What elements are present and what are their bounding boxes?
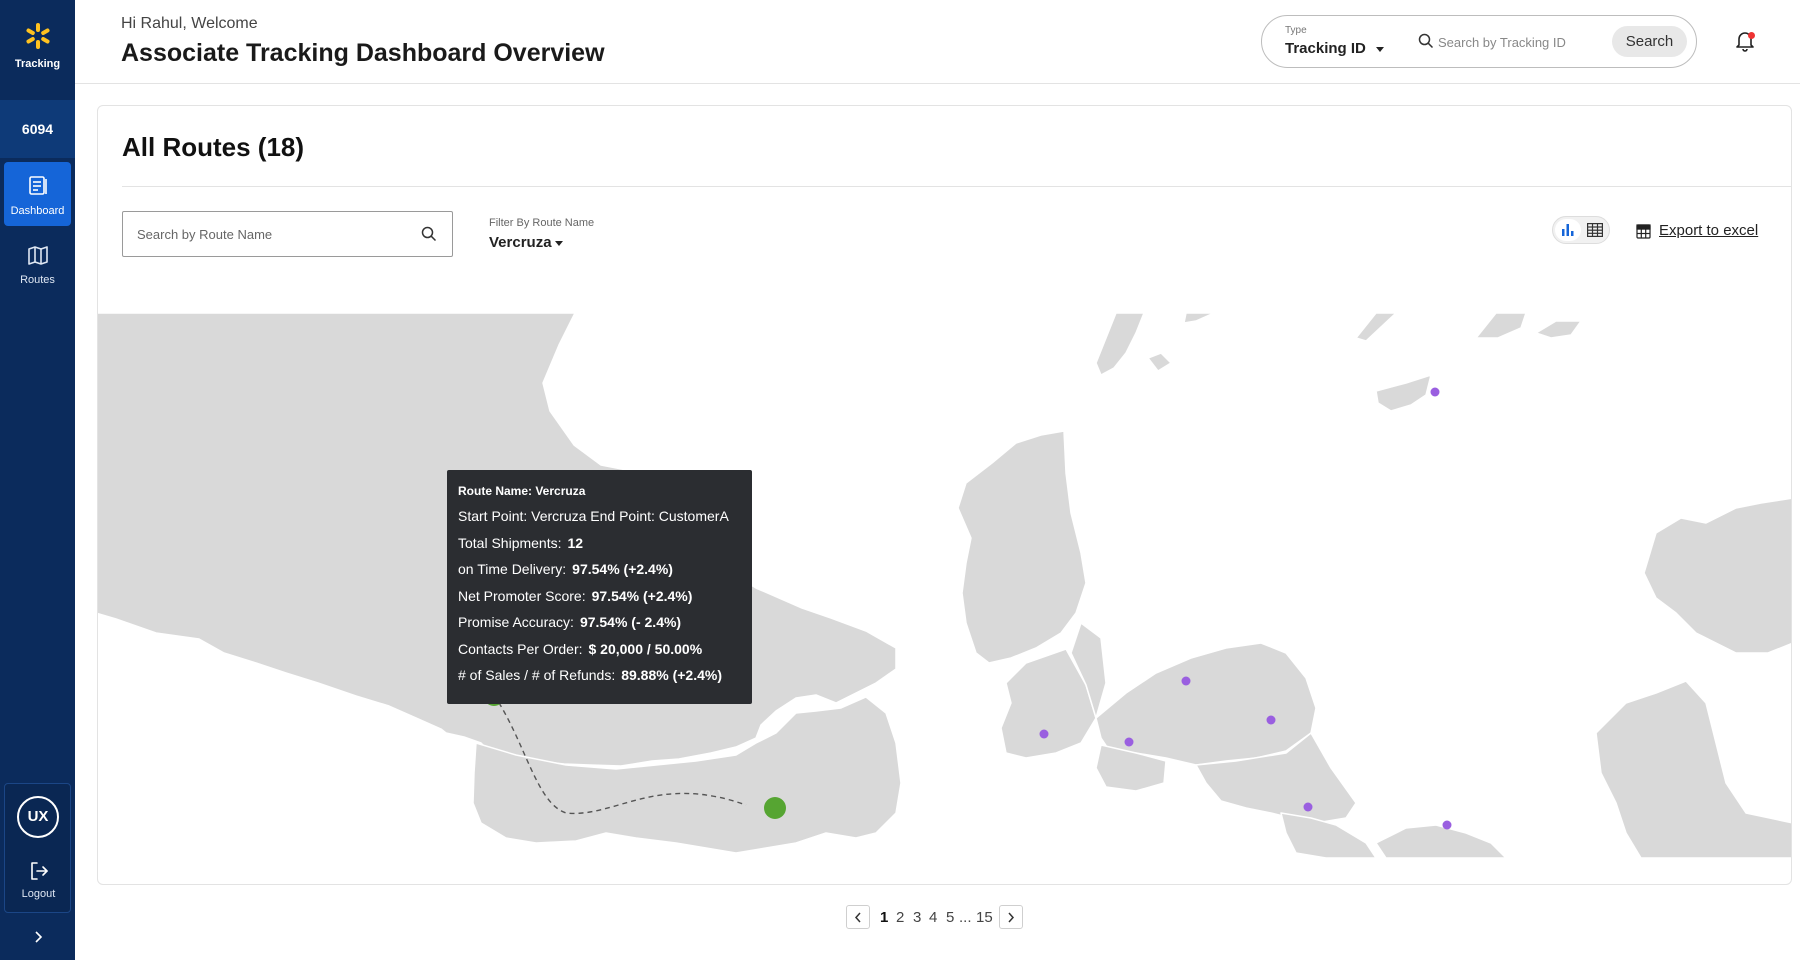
location-dot [1430, 387, 1440, 397]
island-puerto-rico [1375, 374, 1432, 412]
chevron-right-icon [1008, 912, 1015, 923]
tooltip-value: 12 [567, 534, 584, 551]
chevron-right-icon [34, 931, 42, 943]
bar-chart-icon [1562, 224, 1574, 236]
page-number[interactable]: 1 [880, 909, 888, 926]
landmass-panama [1375, 824, 1507, 858]
island-bahamas-2 [1147, 352, 1172, 372]
dashboard-icon [29, 176, 47, 195]
filter-value: Vercruza [489, 234, 552, 251]
tooltip-row: Net Promoter Score: 97.54% (+2.4%) [458, 588, 741, 615]
tooltip-label: Total Shipments: [458, 534, 562, 551]
location-dot [1124, 737, 1134, 747]
tooltip-row: Contacts Per Order: $ 20,000 / 50.00% [458, 641, 741, 668]
tooltip-value: 97.54% (+2.4%) [591, 587, 693, 604]
tooltip-value: 97.54% (+2.4%) [572, 561, 673, 577]
location-dot [1266, 715, 1276, 725]
page-number[interactable]: 3 [913, 909, 921, 926]
location-dot [1442, 820, 1452, 830]
page-number[interactable]: 2 [896, 909, 904, 926]
island-bahamas-3 [1183, 313, 1215, 324]
island-cuba-east [1355, 313, 1397, 342]
landmass-honduras [1095, 642, 1317, 766]
page-ellipsis: ... [959, 909, 972, 926]
route-tooltip: Route Name: Vercruza Start Point: Vercru… [447, 470, 752, 704]
map-icon [28, 246, 48, 265]
sidebar-item-routes[interactable]: Routes [4, 231, 71, 295]
brand[interactable]: Tracking [0, 0, 75, 92]
tracking-id-input[interactable] [1438, 31, 1598, 53]
tooltip-row: Promise Accuracy: 97.54% (- 2.4%) [458, 614, 741, 641]
route-search-input[interactable] [137, 224, 397, 244]
next-page-button[interactable] [999, 905, 1023, 929]
tooltip-points: Start Point: Vercruza End Point: Custome… [458, 508, 729, 524]
caret-down-icon [1376, 47, 1384, 52]
spark-logo-icon [26, 23, 50, 49]
location-dot [1039, 729, 1049, 739]
tooltip-title: Route Name: Vercruza [458, 484, 586, 498]
chart-view-button[interactable] [1555, 219, 1581, 241]
brand-label: Tracking [14, 58, 61, 70]
tooltip-row: # of Sales / # of Refunds: 89.88% (+2.4%) [458, 667, 741, 694]
route-end-point [764, 797, 786, 819]
divider [122, 186, 1791, 187]
header: Hi Rahul, Welcome Associate Tracking Das… [75, 0, 1800, 84]
page-number[interactable]: 5 [946, 909, 954, 926]
page-number[interactable]: 15 [976, 909, 993, 926]
export-label: Export to excel [1659, 222, 1759, 239]
avatar[interactable]: UX [17, 796, 59, 838]
page-title: Associate Tracking Dashboard Overview [121, 39, 605, 67]
tooltip-value: 89.88% (+2.4%) [621, 667, 723, 683]
page-number[interactable]: 4 [929, 909, 937, 926]
spreadsheet-icon [1636, 224, 1651, 239]
tooltip-label: Contacts Per Order: [458, 640, 583, 657]
location-dot [1181, 676, 1191, 686]
chevron-left-icon [854, 912, 861, 923]
island-bahamas-1 [1095, 313, 1145, 376]
map-canvas [98, 313, 1791, 858]
logout-icon [31, 862, 48, 880]
search-button[interactable]: Search [1612, 26, 1687, 57]
tooltip-value: 97.54% (- 2.4%) [579, 614, 682, 630]
greeting: Hi Rahul, Welcome [121, 15, 258, 32]
location-dot [1303, 802, 1313, 812]
tooltip-row: on Time Delivery: 97.54% (+2.4%) [458, 561, 741, 588]
search-icon [1418, 33, 1434, 49]
tooltip-label: # of Sales / # of Refunds: [458, 667, 616, 683]
island-hispaniola [1475, 313, 1527, 339]
caret-down-icon [555, 241, 563, 246]
filter-label: Filter By Route Name [489, 217, 595, 229]
tracking-search-bar: Type Tracking ID Search [1261, 15, 1697, 68]
store-number: 6094 [0, 100, 75, 158]
view-toggle [1552, 216, 1610, 244]
sidebar-item-dashboard[interactable]: Dashboard [4, 162, 71, 226]
type-value: Tracking ID [1285, 40, 1366, 57]
user-panel: UX Logout [4, 783, 71, 913]
tooltip-row: Total Shipments: 12 [458, 535, 741, 562]
routes-card: All Routes (18) Filter By Route Name Ver… [97, 105, 1792, 885]
landmass-colombia [1595, 680, 1791, 858]
prev-page-button[interactable] [846, 905, 870, 929]
sidebar-item-label: Routes [20, 274, 55, 286]
table-icon [1587, 223, 1603, 237]
route-map[interactable] [98, 313, 1791, 858]
tooltip-label: on Time Delivery: [458, 561, 567, 577]
expand-sidebar-button[interactable] [0, 925, 75, 951]
card-title: All Routes (18) [122, 132, 305, 162]
landmass-yucatan [957, 430, 1087, 664]
route-search-box [122, 211, 453, 257]
tooltip-value: $ 20,000 / 50.00% [588, 640, 703, 657]
sidebar-item-label: Dashboard [10, 205, 65, 217]
type-label: Type [1285, 25, 1307, 36]
landmass-caribbean-east [1643, 497, 1791, 654]
notification-badge [1748, 32, 1755, 39]
sidebar: Tracking 6094 Dashboard Routes UX Logout [0, 0, 75, 960]
tooltip-label: Promise Accuracy: [458, 614, 574, 630]
tooltip-label: Net Promoter Score: [458, 587, 586, 604]
island-leeward [1535, 320, 1582, 339]
logout-label: Logout [21, 888, 56, 900]
search-icon[interactable] [421, 226, 437, 242]
